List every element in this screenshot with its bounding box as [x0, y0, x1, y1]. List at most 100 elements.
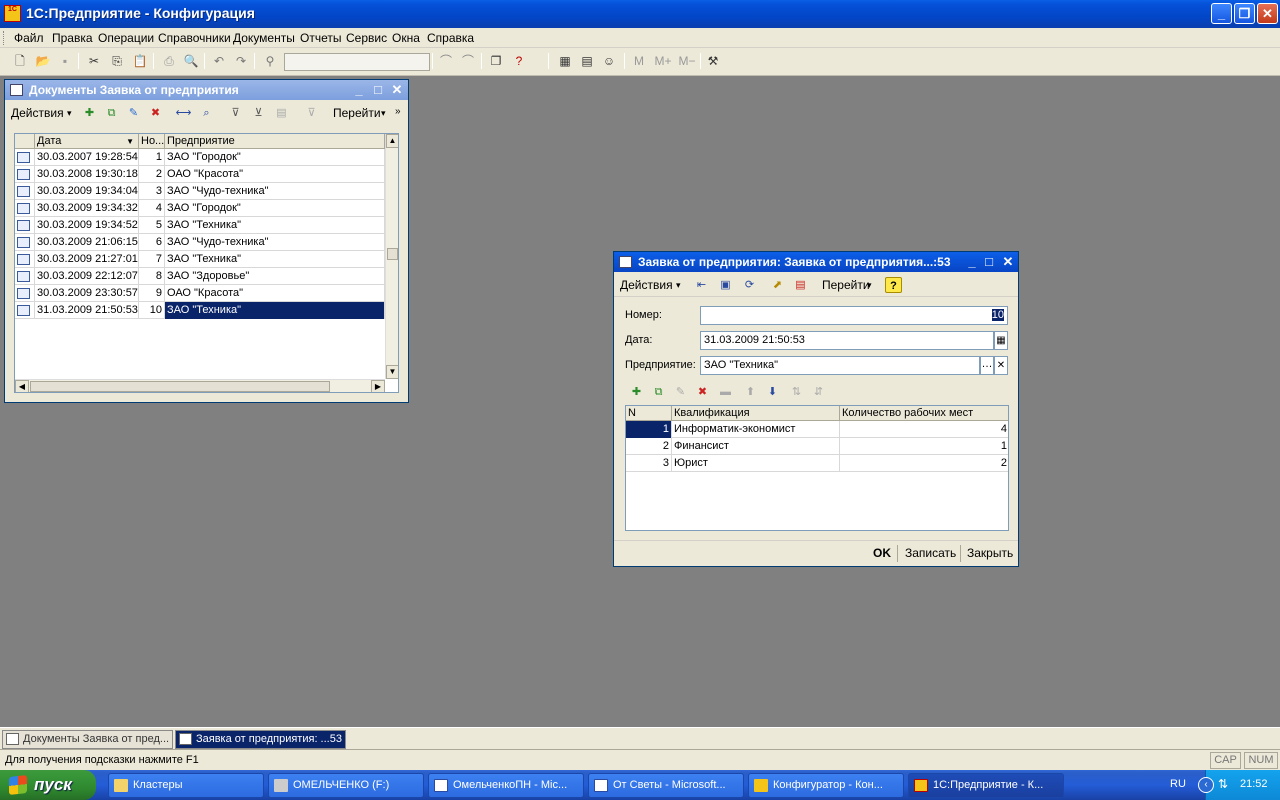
post-close-icon[interactable]: ⇤ — [693, 277, 710, 293]
select-button[interactable]: … — [980, 356, 994, 375]
column-qualification[interactable]: Квалификация — [672, 406, 840, 421]
calendar-icon[interactable]: ▤ — [578, 52, 596, 70]
post-icon[interactable]: ▣ — [717, 277, 734, 293]
taskbar-item-word-2[interactable]: От Светы - Microsoft... — [588, 773, 744, 798]
clear-filter-icon[interactable]: ⊽ — [303, 105, 320, 121]
menu-service[interactable]: Сервис — [346, 31, 387, 45]
mdi-task-request[interactable]: Заявка от предприятия: ...53 — [175, 730, 346, 749]
memory-minus-button[interactable]: М− — [676, 52, 698, 70]
list-goto-menu[interactable]: Перейти — [333, 106, 381, 120]
memory-m-button[interactable]: М — [630, 52, 648, 70]
tray-expand-icon[interactable]: ‹ — [1198, 777, 1214, 793]
list-minimize-button[interactable]: _ — [351, 82, 367, 98]
menu-documents[interactable]: Документы — [233, 31, 295, 45]
column-n[interactable]: N — [626, 406, 672, 421]
edit-icon[interactable]: ✎ — [125, 105, 142, 121]
horizontal-scrollbar[interactable]: ◀ ▶ — [15, 379, 385, 392]
scroll-thumb[interactable] — [387, 248, 398, 260]
doc-maximize-button[interactable]: □ — [981, 254, 997, 270]
calendar-picker-icon[interactable]: ▦ — [994, 331, 1008, 350]
row-delete-icon[interactable]: ✖ — [694, 384, 711, 400]
sort-asc-icon[interactable]: ⇅ — [788, 384, 805, 400]
taskbar-item-configurator[interactable]: Конфигуратор - Кон... — [748, 773, 904, 798]
save-icon[interactable]: ▪ — [56, 52, 74, 70]
table-row[interactable]: 30.03.2008 19:30:18 2 ОАО "Красота" — [15, 166, 385, 183]
taskbar-item-drive[interactable]: ОМЕЛЬЧЕНКО (F:) — [268, 773, 424, 798]
doc-goto-menu[interactable]: Перейти — [822, 278, 870, 292]
save-button[interactable]: Записать — [905, 546, 956, 560]
search-icon[interactable]: ⌕ — [198, 105, 215, 121]
clock[interactable]: 21:52 — [1240, 778, 1268, 790]
close-form-button[interactable]: Закрыть — [967, 546, 1013, 560]
doc-minimize-button[interactable]: _ — [964, 254, 980, 270]
row-edit-icon[interactable]: ✎ — [672, 384, 689, 400]
table-row[interactable]: 30.03.2007 19:28:54 1 ЗАО "Городок" — [15, 149, 385, 166]
refresh-icon[interactable]: ⟳ — [741, 277, 758, 293]
sort-desc-icon[interactable]: ⇵ — [810, 384, 827, 400]
date-field[interactable]: 31.03.2009 21:50:53 — [700, 331, 994, 350]
preview-icon[interactable]: 🔍 — [182, 52, 200, 70]
table-row[interactable]: 30.03.2009 19:34:52 5 ЗАО "Техника" — [15, 217, 385, 234]
list-actions-menu[interactable]: Действия — [11, 106, 64, 120]
movements-icon[interactable]: ▤ — [792, 277, 809, 293]
vertical-scrollbar[interactable]: ▲ ▼ — [385, 134, 398, 379]
doc-actions-menu[interactable]: Действия — [620, 278, 673, 292]
scroll-right-icon[interactable]: ▶ — [371, 380, 385, 392]
users-icon[interactable]: ☺ — [600, 52, 618, 70]
cut-icon[interactable]: ✂ — [85, 52, 103, 70]
menu-file[interactable]: Файл — [14, 31, 44, 45]
h-scroll-thumb[interactable] — [30, 381, 330, 392]
taskbar-item-enterprise[interactable]: 1С:Предприятие - К... — [908, 773, 1064, 798]
taskbar-item-clusters[interactable]: Кластеры — [108, 773, 264, 798]
scroll-up-icon[interactable]: ▲ — [386, 134, 398, 148]
scroll-down-icon[interactable]: ▼ — [386, 365, 398, 379]
taskbar-item-word-1[interactable]: ОмельченкоПН - Mic... — [428, 773, 584, 798]
qualifications-table[interactable]: N Квалификация Количество рабочих мест 1… — [625, 405, 1009, 531]
table-row[interactable]: 30.03.2009 22:12:07 8 ЗАО "Здоровье" — [15, 268, 385, 285]
move-up-icon[interactable]: ⬆ — [742, 384, 759, 400]
filter-history-icon[interactable]: ▤ — [273, 105, 290, 121]
table-row[interactable]: 1 Информатик-экономист 4 — [626, 421, 1008, 438]
table-row[interactable]: 2 Финансист 1 — [626, 438, 1008, 455]
new-doc-icon[interactable]: 🗋 — [11, 52, 29, 70]
delete-icon[interactable]: ✖ — [147, 105, 164, 121]
filter-by-value-icon[interactable]: ⊻ — [250, 105, 267, 121]
undo-icon[interactable]: ↶ — [210, 52, 228, 70]
table-row[interactable]: 3 Юрист 2 — [626, 455, 1008, 472]
memory-plus-button[interactable]: М+ — [652, 52, 674, 70]
table-row[interactable]: 30.03.2009 19:34:04 3 ЗАО "Чудо-техника" — [15, 183, 385, 200]
menu-help[interactable]: Справка — [427, 31, 474, 45]
table-row[interactable]: 30.03.2009 21:06:15 6 ЗАО "Чудо-техника" — [15, 234, 385, 251]
paste-icon[interactable]: 📋 — [131, 52, 149, 70]
more-commands-icon[interactable]: » — [395, 106, 401, 117]
column-date[interactable]: Дата ▼ — [35, 134, 139, 149]
table-row[interactable]: 30.03.2009 21:27:01 7 ЗАО "Техника" — [15, 251, 385, 268]
ok-button[interactable]: OK — [873, 546, 891, 560]
redo-icon[interactable]: ↷ — [232, 52, 250, 70]
row-end-edit-icon[interactable]: ▬ — [717, 384, 734, 400]
table-row[interactable]: 30.03.2009 19:34:32 4 ЗАО "Городок" — [15, 200, 385, 217]
network-icon[interactable]: ⇅ — [1218, 777, 1228, 791]
search-combo[interactable] — [284, 53, 430, 71]
menu-windows[interactable]: Окна — [392, 31, 420, 45]
menu-reports[interactable]: Отчеты — [300, 31, 341, 45]
doc-close-button[interactable]: ✕ — [1000, 254, 1016, 270]
menu-edit[interactable]: Правка — [52, 31, 93, 45]
start-button[interactable]: пуск — [0, 770, 96, 800]
print-icon[interactable]: ⎙ — [160, 52, 178, 70]
move-down-icon[interactable]: ⬇ — [764, 384, 781, 400]
interval-icon[interactable]: ⟷ — [175, 105, 192, 121]
add-copy-icon[interactable]: ⧉ — [103, 105, 120, 121]
help-1c-icon[interactable]: ? — [510, 52, 528, 70]
add-icon[interactable]: ✚ — [81, 105, 98, 121]
row-add-icon[interactable]: ✚ — [628, 384, 645, 400]
based-on-icon[interactable]: ⬈ — [769, 277, 786, 293]
menu-operations[interactable]: Операции — [98, 31, 154, 45]
clear-field-icon[interactable]: ✕ — [994, 356, 1008, 375]
scroll-left-icon[interactable]: ◀ — [15, 380, 29, 392]
number-field[interactable]: 10 — [700, 306, 1008, 325]
calculator-icon[interactable]: ▦ — [556, 52, 574, 70]
table-row[interactable]: 30.03.2009 23:30:57 9 ОАО "Красота" — [15, 285, 385, 302]
find-icon[interactable]: ⚲ — [261, 52, 279, 70]
filter-icon[interactable]: ⊽ — [227, 105, 244, 121]
